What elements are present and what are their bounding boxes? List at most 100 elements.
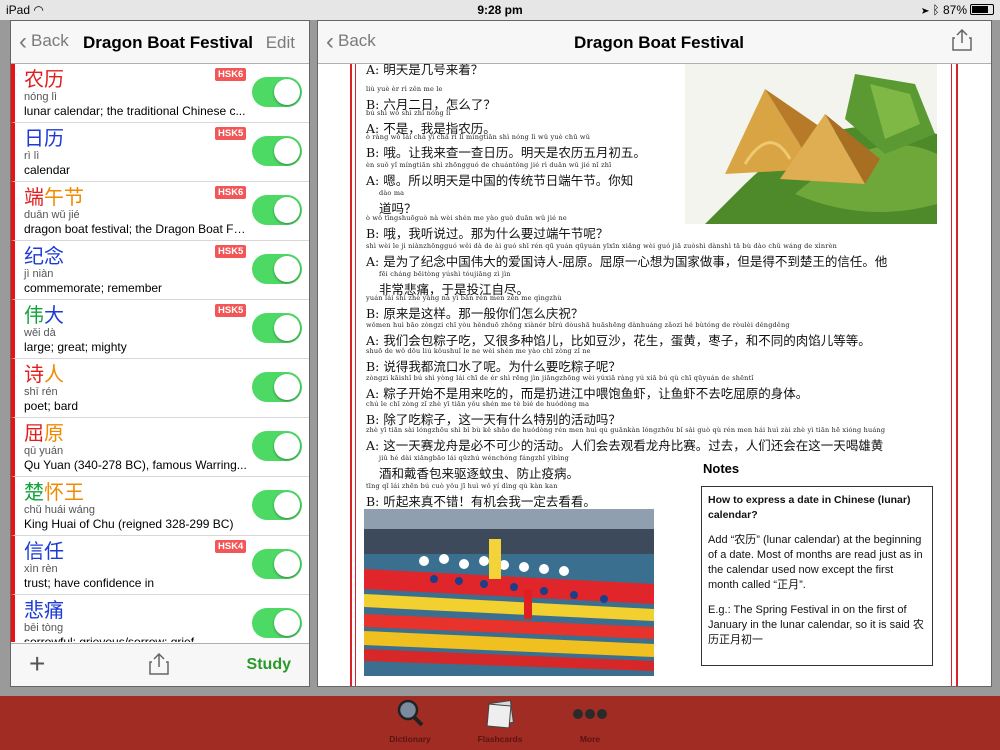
vocab-definition: large; great; mighty	[24, 340, 127, 354]
status-time: 9:28 pm	[477, 3, 523, 17]
dialogue-pinyin: zhè yī tiān sài lóngzhōu shì bì bù kě sh…	[366, 426, 886, 434]
hsk-badge: HSK6	[215, 68, 247, 81]
dialogue-pinyin: wǒmen huì bāo zòngzi chī yòu hěnduō zhǒn…	[366, 321, 790, 329]
hsk-badge: HSK4	[215, 540, 247, 553]
hsk-badge: HSK5	[215, 304, 247, 317]
vocab-character: 午	[44, 185, 64, 209]
lesson-pane: ‹ Back Dragon Boat Festival A: 明天是几号来着？ li…	[317, 20, 992, 687]
vocab-row[interactable]: 信任 xìn rèn trust; have confidence in HSK4	[11, 536, 309, 595]
vocab-toggle[interactable]	[252, 254, 302, 284]
vocab-toggle[interactable]	[252, 77, 302, 107]
vocab-row[interactable]: 农历 nóng lì lunar calendar; the traditional…	[11, 64, 309, 123]
vocab-row[interactable]: 端午节 duān wǔ jié dragon boat festival; the …	[11, 182, 309, 241]
dialogue-text: B: 原来是这样。那一般你们怎么庆祝？	[366, 306, 584, 321]
tab-label: Dictionary	[389, 734, 431, 744]
tab-flashcards[interactable]: Flashcards	[465, 698, 535, 744]
add-icon[interactable]: +	[29, 648, 45, 680]
vocab-definition: poet; bard	[24, 399, 79, 413]
toggle-knob	[274, 138, 300, 164]
hsk-badge: HSK6	[215, 186, 247, 199]
vocab-word: 楚怀王	[24, 480, 84, 504]
hsk-badge: HSK5	[215, 127, 247, 140]
dialogue-line: chú le chī zòng zǐ zhè yī tiān yǒu shén …	[366, 400, 946, 428]
vocab-word: 农历	[24, 67, 64, 91]
notes-paragraph: Add “农历” (lunar calendar) at the beginni…	[708, 534, 923, 591]
right-back-button[interactable]: ‹ Back	[326, 30, 376, 54]
vocab-row[interactable]: 悲痛 bēi tòng sorrowful; grievous/sorrow; gr…	[11, 595, 309, 642]
notes-box: How to express a date in Chinese (lunar)…	[701, 486, 933, 666]
vocab-row[interactable]: 屈原 qū yuán Qu Yuan (340-278 BC), famous Wa…	[11, 418, 309, 477]
tab-label: Flashcards	[477, 734, 523, 744]
vocab-word: 信任	[24, 539, 64, 563]
vocab-definition: lunar calendar; the traditional Chinese …	[24, 104, 246, 118]
dialogue-pinyin: chú le chī zòng zǐ zhè yī tiān yǒu shén …	[366, 400, 590, 408]
magnifier-icon	[397, 699, 424, 727]
vocab-row[interactable]: 日历 rì lì calendar HSK5	[11, 123, 309, 182]
vocab-pinyin: rì lì	[24, 150, 40, 162]
vocab-word: 屈原	[24, 421, 64, 445]
vocab-character: 念	[44, 244, 64, 268]
vocab-row[interactable]: 伟大 wěi dà large; great; mighty HSK5	[11, 300, 309, 359]
vocab-toggle[interactable]	[252, 195, 302, 225]
edit-button[interactable]: Edit	[266, 33, 295, 53]
vocab-character: 大	[44, 303, 64, 327]
right-navbar: ‹ Back Dragon Boat Festival	[318, 21, 991, 64]
vocab-word: 悲痛	[24, 598, 64, 622]
toggle-knob	[274, 551, 300, 577]
margin-line	[350, 64, 352, 686]
toggle-knob	[274, 433, 300, 459]
vocab-toggle[interactable]	[252, 372, 302, 402]
vocab-toggle[interactable]	[252, 549, 302, 579]
vocab-toggle[interactable]	[252, 431, 302, 461]
vocab-definition: Qu Yuan (340-278 BC), famous Warring...	[24, 458, 247, 472]
back-label: Back	[31, 31, 69, 50]
dialogue-text: B: 说得我都流口水了呢。为什么要吃粽子呢？	[366, 359, 621, 374]
dialogue-line: shuō de wǒ dōu liú kǒushuǐ le ne wèi shé…	[366, 347, 946, 375]
vocab-word: 诗人	[24, 362, 64, 386]
vocab-row[interactable]: 纪念 jì niàn commemorate; remember HSK5	[11, 241, 309, 300]
study-button[interactable]: Study	[247, 656, 291, 674]
more-dots-icon	[573, 709, 607, 719]
dialogue-line: zhè yī tiān sài lóngzhōu shì bì bù kě sh…	[366, 426, 946, 482]
vocab-row[interactable]: 楚怀王 chǔ huái wáng King Huai of Chu (reigne…	[11, 477, 309, 536]
chevron-left-icon: ‹	[19, 28, 27, 55]
left-back-button[interactable]: ‹ Back	[19, 28, 69, 55]
toggle-knob	[274, 79, 300, 105]
back-label: Back	[338, 31, 376, 50]
location-icon: ➤	[921, 3, 930, 17]
dialogue-line: zòngzi kāishǐ bú shì yòng lái chī de ér …	[366, 374, 946, 402]
toggle-knob	[274, 374, 300, 400]
vocab-pinyin: wěi dà	[24, 327, 56, 339]
notes-paragraph: E.g.: The Spring Festival in on the firs…	[708, 604, 924, 646]
vocab-pinyin: xìn rèn	[24, 563, 58, 575]
vocab-pinyin: qū yuán	[24, 445, 64, 457]
share-icon[interactable]	[952, 29, 972, 51]
vocab-character: 王	[64, 480, 84, 504]
tab-more[interactable]: More	[555, 698, 625, 744]
vocab-character: 任	[44, 539, 64, 563]
dialogue-pinyin: yuán lái shì zhè yàng nà yì bān rén men …	[366, 294, 562, 302]
tab-dictionary[interactable]: Dictionary	[375, 698, 445, 744]
notes-heading: How to express a date in Chinese (lunar)…	[708, 494, 911, 521]
vocab-toggle[interactable]	[252, 490, 302, 520]
dialogue-line: yuán lái shì zhè yàng nà yì bān rén men …	[366, 294, 946, 322]
vocab-row[interactable]: 诗人 shī rén poet; bard	[11, 359, 309, 418]
notes-title: Notes	[703, 461, 740, 476]
vocab-pinyin: bēi tòng	[24, 622, 64, 634]
vocab-character: 历	[44, 67, 64, 91]
vocab-character: 痛	[44, 598, 64, 622]
vocab-definition: sorrowful; grievous/sorrow; grief	[24, 635, 195, 642]
tab-bar: Dictionary Flashcards More	[0, 696, 1000, 750]
status-right: ➤ ᛒ 87%	[922, 3, 994, 17]
vocab-toggle[interactable]	[252, 136, 302, 166]
dialogue-text: A: 是为了纪念中国伟大的爱国诗人-屈原。屈原一心想为国家做事，但是得不到楚王的…	[366, 254, 888, 269]
tab-label: More	[579, 734, 601, 744]
vocab-definition: calendar	[24, 163, 71, 177]
vocab-word: 日历	[24, 126, 64, 150]
vocab-toggle[interactable]	[252, 313, 302, 343]
vocab-list[interactable]: 农历 nóng lì lunar calendar; the traditional…	[11, 64, 309, 642]
share-icon[interactable]	[149, 653, 169, 675]
vocab-character: 原	[44, 421, 64, 445]
flashcards-icon	[486, 700, 514, 729]
vocab-toggle[interactable]	[252, 608, 302, 638]
